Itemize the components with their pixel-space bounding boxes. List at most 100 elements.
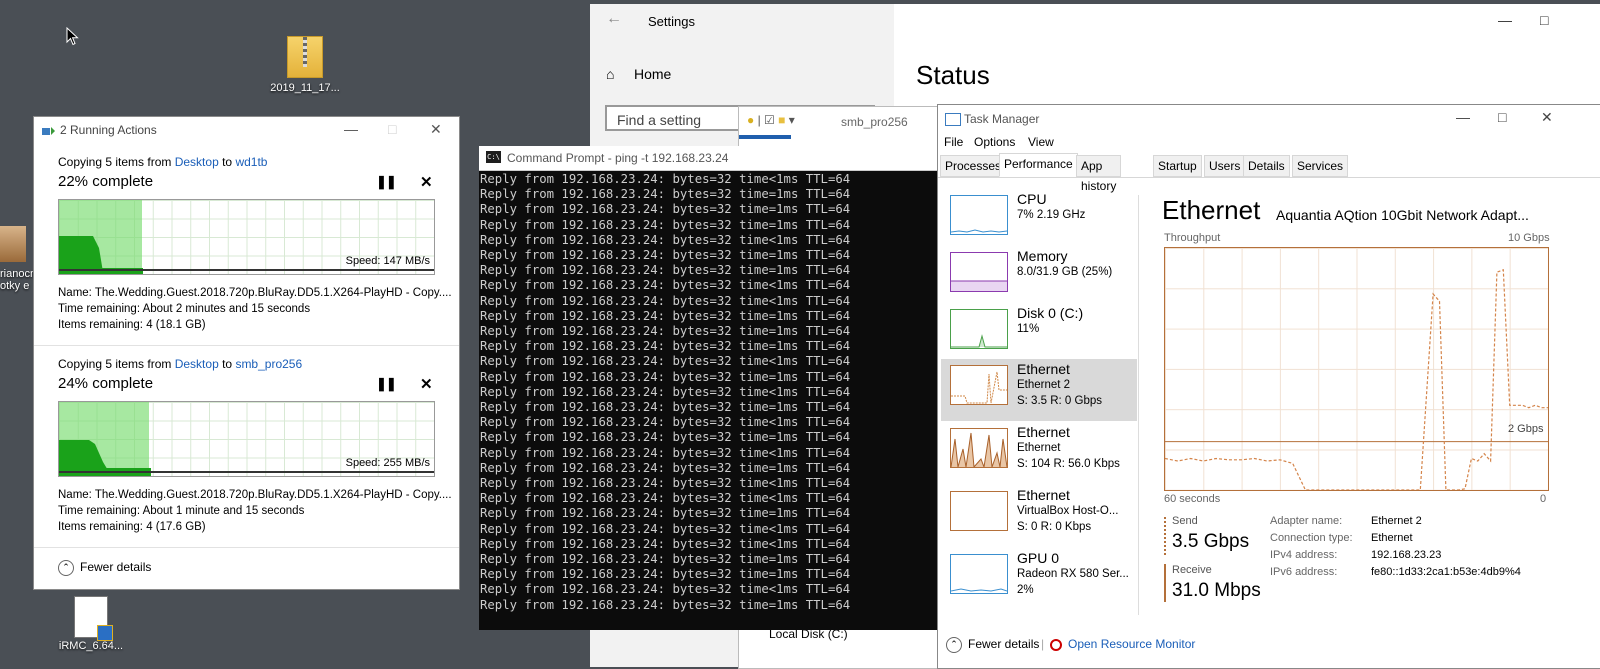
cancel-copy-button[interactable]: ✕ [420,173,433,191]
footer-separator: | [1041,637,1045,651]
quick-access-toolbar[interactable]: ● | ☑ ■ ▾ [747,113,795,127]
status-heading: Status [916,60,990,90]
sidebar-item-disk[interactable]: Disk 0 (C:) 11% [941,303,1137,365]
cmd-icon: C:\ [486,151,501,163]
sidebar-item-name: CPU [1017,191,1047,207]
cmd-output-line: Reply from 192.168.23.24: bytes=32 time=… [480,460,851,475]
speed-baseline [59,471,434,473]
tab-divider [938,177,1600,178]
resource-monitor-label: Open Resource Monitor [1068,637,1196,651]
fewer-details-button[interactable]: ⌃ Fewer details [58,560,151,576]
sidebar-item-gpu[interactable]: GPU 0 Radeon RX 580 Ser... 2% [941,548,1137,610]
cmd-output-line: Reply from 192.168.23.24: bytes=32 time=… [480,369,851,384]
throughput-label: Throughput [1164,232,1221,244]
settings-minimize-button[interactable]: — [1498,12,1512,28]
sidebar-item-name: Ethernet [1017,487,1070,503]
copy-description: Copying 5 items from Desktop to smb_pro2… [58,357,302,371]
sidebar-item-speeds: S: 104 R: 56.0 Kbps [1017,458,1120,470]
home-label: Home [634,66,672,82]
tab-details[interactable]: Details [1243,155,1290,177]
cmd-output-line: Reply from 192.168.23.24: bytes=32 time<… [480,445,851,460]
tab-processes[interactable]: Processes [940,155,1007,177]
dropdown-icon: ▾ [788,113,795,127]
menu-options[interactable]: Options [974,135,1015,149]
speed-baseline [59,269,434,271]
time-axis-label: 60 seconds [1164,493,1221,505]
ethernet-2-thumbnail [950,365,1008,405]
tm-fewer-details-label: Fewer details [968,637,1040,652]
ipv6-value: fe80::1d33:2ca1:b53e:4db9%4 [1371,566,1521,578]
sidebar-item-name: GPU 0 [1017,550,1060,566]
cmd-output-line: Reply from 192.168.23.24: bytes=32 time<… [480,476,851,491]
sidebar-item-memory[interactable]: Memory 8.0/31.9 GB (25%) [941,246,1137,308]
sidebar-item-ethernet-2[interactable]: Ethernet Ethernet 2 S: 3.5 R: 0 Gbps [941,359,1137,421]
dialog-minimize-button[interactable]: — [344,121,358,137]
ipv4-key: IPv4 address: [1270,549,1338,561]
zip-file-icon[interactable]: 2019_11_17... [268,36,342,94]
desktop-partial-icon[interactable]: rianocn otky e [0,226,36,292]
tm-fewer-details-button[interactable]: ⌃ Fewer details [946,637,1039,653]
cmd-output-line: Reply from 192.168.23.24: bytes=32 time=… [480,552,851,567]
disk-thumbnail [950,309,1008,349]
cmd-output-line: Reply from 192.168.23.24: bytes=32 time<… [480,232,851,247]
from-text: Copying 5 items from [58,155,175,169]
tab-services[interactable]: Services [1292,155,1349,177]
cmd-output-line: Reply from 192.168.23.24: bytes=32 time<… [480,384,851,399]
open-resource-monitor-link[interactable]: Open Resource Monitor [1050,637,1195,651]
source-link[interactable]: Desktop [175,357,219,371]
menu-file[interactable]: File [944,135,963,149]
cancel-copy-button[interactable]: ✕ [420,375,433,393]
tm-close-button[interactable]: ✕ [1541,109,1553,126]
pin-icon: ● [747,113,755,127]
ipv6-key: IPv6 address: [1270,566,1338,578]
pause-button[interactable]: ❚❚ [376,174,397,190]
sidebar-item-cpu[interactable]: CPU 7% 2.19 GHz [941,189,1137,251]
settings-maximize-button[interactable]: □ [1540,12,1548,28]
dialog-close-button[interactable]: ✕ [430,121,442,138]
zip-file-label: 2019_11_17... [270,82,340,94]
source-link[interactable]: Desktop [175,155,219,169]
destination-link[interactable]: smb_pro256 [235,357,302,371]
cmd-output-line: Reply from 192.168.23.24: bytes=32 time=… [480,400,851,415]
pause-button[interactable]: ❚❚ [376,376,397,392]
destination-link[interactable]: wd1tb [235,155,267,169]
cmd-output: Reply from 192.168.23.24: bytes=32 time<… [479,172,850,613]
tab-startup[interactable]: Startup [1153,155,1202,177]
irmc-file-icon[interactable]: iRMC_6.64... [54,596,128,652]
dialog-maximize-button: □ [388,121,397,137]
tab-app-history[interactable]: App history [1076,155,1122,193]
sidebar-item-detail: VirtualBox Host-O... [1017,505,1119,517]
sidebar-item-ethernet-virtualbox[interactable]: Ethernet VirtualBox Host-O... S: 0 R: 0 … [941,485,1137,547]
menu-view[interactable]: View [1028,135,1054,149]
virtualbox-thumbnail [950,491,1008,531]
sidebar-item-name: Ethernet [1017,361,1070,377]
installer-icon [74,596,113,641]
cmd-output-line: Reply from 192.168.23.24: bytes=32 time<… [480,278,851,293]
partial-label-1: rianocn [0,268,37,280]
speed-label: Speed: 147 MB/s [345,255,430,267]
cmd-output-line: Reply from 192.168.23.24: bytes=32 time=… [480,248,851,263]
cmd-output-line: Reply from 192.168.23.24: bytes=32 time<… [480,491,851,506]
divider [34,547,459,548]
task-manager-icon [945,113,961,126]
connection-type-value: Ethernet [1371,532,1413,544]
tm-minimize-button[interactable]: — [1456,109,1470,125]
cmd-output-line: Reply from 192.168.23.24: bytes=32 time=… [480,339,851,354]
back-arrow-icon[interactable]: ← [606,10,622,28]
sidebar-item-name: Memory [1017,248,1068,264]
sidebar-item-ethernet[interactable]: Ethernet Ethernet S: 104 R: 56.0 Kbps [941,422,1137,484]
settings-home-item[interactable]: ⌂ Home [606,66,671,82]
tab-users[interactable]: Users [1204,155,1246,177]
cmd-output-line: Reply from 192.168.23.24: bytes=32 time=… [480,263,851,278]
chevron-up-icon: ⌃ [58,560,74,576]
detail-heading: Ethernet [1162,195,1261,225]
max-scale-label: 10 Gbps [1508,232,1550,244]
cmd-titlebar[interactable]: C:\ Command Prompt - ping -t 192.168.23.… [479,146,937,171]
to-text: to [218,155,236,169]
send-legend-marker [1164,517,1166,555]
chevron-up-icon: ⌃ [946,637,962,653]
ribbon-file-tab[interactable] [739,135,791,139]
tm-maximize-button[interactable]: □ [1498,109,1506,125]
tab-performance[interactable]: Performance [999,153,1078,177]
ipv4-value: 192.168.23.23 [1371,549,1442,561]
